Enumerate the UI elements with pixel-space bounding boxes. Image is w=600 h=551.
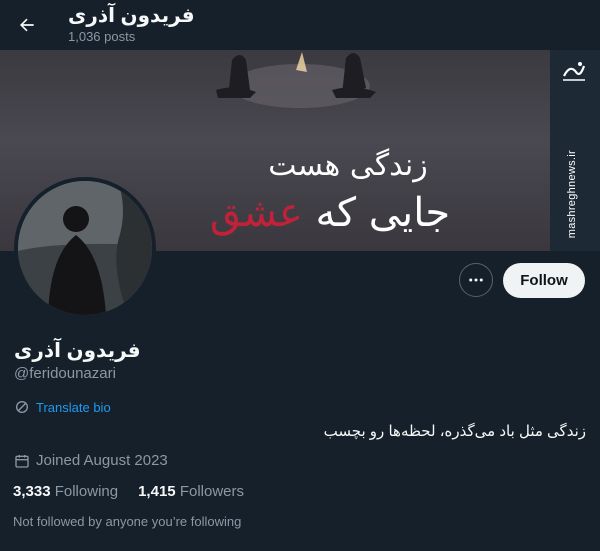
followers-link[interactable]: 1,415 Followers — [138, 483, 244, 500]
banner-quote-line1: زندگی هست — [268, 148, 428, 183]
header-title: فریدون آذری — [68, 5, 195, 27]
translate-bio-label: Translate bio — [36, 399, 111, 415]
translate-bio-link[interactable]: Translate bio — [14, 399, 111, 415]
more-icon — [469, 278, 483, 282]
more-options-button[interactable] — [459, 263, 493, 297]
not-followed-note: Not followed by anyone you’re following — [13, 514, 242, 529]
following-link[interactable]: 3,333 Following — [13, 483, 118, 500]
quote-part-before: جایی که — [302, 190, 451, 236]
joined-label: Joined August 2023 — [36, 452, 168, 469]
banner-quote-line2: جایی که عشق هست — [170, 190, 490, 251]
back-arrow-icon — [20, 18, 34, 32]
followers-count: 1,415 — [138, 483, 176, 500]
bio-text: زندگی مثل باد می‌گذره، لحظه‌ها رو بچسب — [323, 423, 586, 440]
following-count: 3,333 — [13, 483, 51, 500]
profile-header: فریدون آذری 1,036 posts — [0, 0, 600, 50]
avatar-photo — [18, 181, 152, 315]
display-name: فریدون آذری — [14, 340, 141, 362]
header-title-block: فریدون آذری 1,036 posts — [68, 4, 195, 46]
avatar[interactable] — [14, 177, 156, 319]
follow-button[interactable]: Follow — [503, 263, 585, 298]
posts-count: 1,036 posts — [68, 29, 136, 44]
back-button[interactable] — [10, 8, 44, 42]
mashregh-logo-icon — [563, 62, 586, 81]
following-label: Following — [54, 483, 119, 500]
calendar-icon — [15, 454, 29, 468]
username-handle: @feridounazari — [14, 365, 116, 382]
watermark-text: mashreghnews.ir — [566, 150, 578, 239]
joined-date: Joined August 2023 — [14, 452, 168, 469]
banner-watermark-strip: mashreghnews.ir — [550, 50, 600, 251]
translate-icon — [16, 401, 28, 413]
quote-part-after: هست — [282, 236, 378, 251]
followers-label: Followers — [179, 483, 244, 500]
quote-accent-word: عشق — [209, 190, 303, 236]
follow-stats: 3,333 Following 1,415 Followers — [13, 483, 244, 500]
